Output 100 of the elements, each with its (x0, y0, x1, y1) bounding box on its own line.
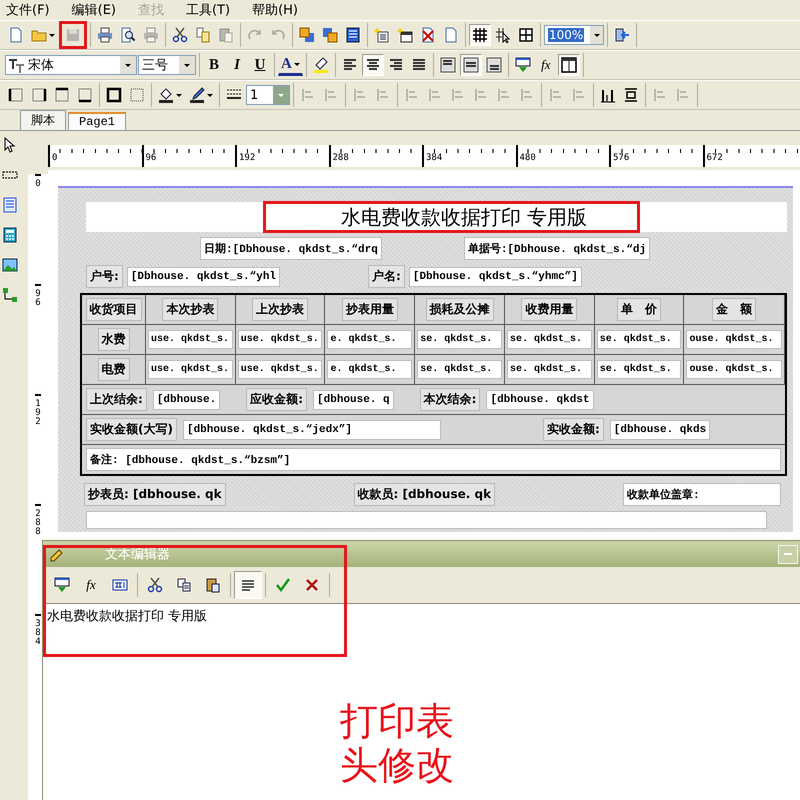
check-icon (275, 577, 291, 593)
layered-squares-icon (299, 27, 315, 43)
column-header: 单 价 (617, 298, 662, 321)
bold-button[interactable]: B (203, 54, 225, 76)
font-icon (9, 57, 25, 73)
square-top-edge-icon (54, 87, 70, 103)
row-header: 水费 (98, 328, 130, 351)
wrap-button[interactable] (234, 571, 262, 599)
page-icon (8, 27, 24, 43)
justify-icon (410, 57, 427, 73)
italic-button[interactable]: I (226, 54, 248, 76)
align-objects-icon (323, 87, 339, 103)
row-header: 电费 (98, 358, 130, 381)
menu-item[interactable]: 文件(F) (0, 1, 56, 19)
align-middle-button[interactable] (460, 54, 482, 76)
cursor-grid-icon (495, 27, 511, 43)
grid-button[interactable] (469, 24, 491, 46)
align-objects-icon (450, 87, 466, 103)
align-objects-icon (473, 87, 489, 103)
text-box-icon (486, 57, 502, 73)
tree-nodes-icon[interactable] (2, 287, 18, 303)
field-label: 实收金额: (542, 418, 604, 441)
dotted-square-icon (129, 87, 145, 103)
table-cell: ouse. qkdst_s. (686, 360, 782, 379)
copy-icon (195, 27, 211, 43)
menu-item[interactable]: 编辑(E) (66, 1, 122, 19)
data-field: [dbhouse. q (313, 390, 394, 410)
column-header: 损耗及公摊 (426, 298, 494, 321)
lined-page-icon (345, 27, 361, 43)
data-field: [dbhouse. qkdst_s.“jedx”] (182, 420, 441, 440)
formula-button[interactable]: fx (534, 54, 557, 76)
align-objects-icon (352, 87, 368, 103)
data-field: [dbhouse. qkdst (486, 390, 594, 410)
font-dropdown[interactable]: 宋体 (5, 55, 137, 75)
font-color-button[interactable]: A (278, 54, 303, 76)
data-field: [Dbhouse. qkdst_s.“yhl (126, 266, 280, 286)
window-icon (560, 57, 577, 73)
table-cell: use. qkdst_s. (148, 360, 233, 379)
layered-squares-icon (322, 27, 338, 43)
horizontal-ruler: 0 96 192 288 384 480 576 672 (48, 145, 800, 167)
door-arrow-icon (614, 27, 630, 43)
column-header: 本次抄表 (162, 298, 218, 321)
page-x-icon (420, 27, 436, 43)
table-cell: use. qkdst_s. (238, 330, 322, 349)
minimize-icon (784, 553, 792, 555)
data-field: 单据号:[Dbhouse. qkdst_s.“dj (464, 237, 650, 260)
caret-icon (594, 34, 600, 36)
centered-bars-icon (623, 87, 639, 103)
column-header: 收费用量 (521, 298, 578, 321)
menu-item[interactable]: 帮助(H) (246, 1, 304, 19)
underline-button[interactable]: U (249, 54, 271, 76)
table-view-button[interactable] (558, 54, 580, 76)
align-objects-icon (548, 87, 564, 103)
caret-icon (125, 64, 131, 66)
table-cell: se. qkdst_s. (417, 330, 502, 349)
align-objects-icon (300, 87, 316, 103)
table-cell: se. qkdst_s. (417, 360, 502, 379)
align-center-button[interactable] (362, 54, 384, 76)
field-label: 抄表员: [dbhouse. qk (84, 483, 226, 506)
calculator-icon[interactable] (2, 227, 18, 243)
zoom-dropdown[interactable]: 100% (544, 25, 604, 45)
align-objects-icon (519, 87, 535, 103)
align-objects-icon (496, 87, 512, 103)
caret-icon (207, 94, 213, 96)
data-field: [dbhouse. (152, 390, 220, 410)
annotation-text: 打印表头修改 (340, 700, 455, 788)
tab[interactable]: 脚本 (20, 110, 66, 130)
square-icon (106, 87, 122, 103)
printer-icon (97, 27, 113, 43)
table-cell: use. qkdst_s. (238, 360, 322, 379)
printer-icon (143, 27, 159, 43)
caret-icon (294, 62, 300, 66)
column-header: 抄表用量 (342, 298, 398, 321)
table-cell: se. qkdst_s. (596, 360, 682, 379)
cursor-icon[interactable] (2, 137, 18, 153)
formula-button[interactable]: fx (77, 571, 105, 599)
field-label: 收款员: [dbhouse. qk (354, 483, 496, 506)
line-width-dropdown[interactable]: 1 (246, 85, 290, 105)
align-left-icon (342, 57, 358, 73)
window-arrow-icon (514, 57, 531, 73)
clipboard-icon (218, 27, 234, 43)
menu-item[interactable]: 工具(T) (180, 1, 236, 19)
table-cell: ouse. qkdst_s. (686, 330, 782, 349)
four-panes-icon (518, 27, 534, 43)
table-cell: se. qkdst_s. (506, 360, 592, 379)
align-objects-icon (652, 87, 668, 103)
tab[interactable]: Page1 (68, 112, 126, 130)
grid-icon (472, 27, 488, 43)
paint-bucket-icon (158, 87, 174, 103)
caret-icon (176, 94, 182, 96)
data-field: 收款单位盖章: (623, 483, 781, 506)
table-cell: se. qkdst_s. (506, 330, 592, 349)
align-objects-icon (675, 87, 691, 103)
font-size-dropdown[interactable]: 三号 (138, 55, 196, 75)
picture-icon[interactable] (2, 257, 18, 273)
field-label: 应收金额: (246, 388, 308, 411)
caret-icon (184, 64, 190, 66)
lined-page-icon[interactable] (2, 197, 18, 213)
column-header: 上次抄表 (252, 298, 308, 321)
window-arrow-icon (54, 577, 70, 593)
